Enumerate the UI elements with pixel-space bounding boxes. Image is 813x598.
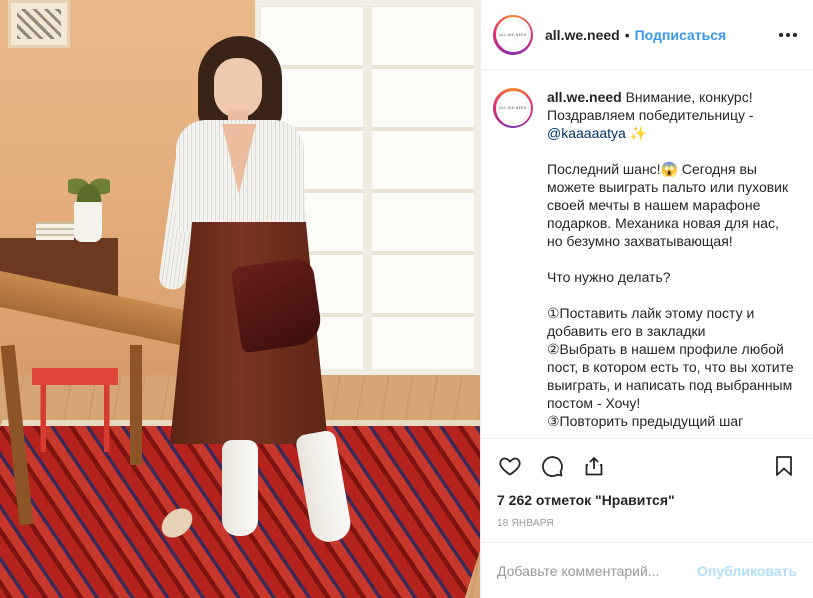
table-leg: [130, 345, 142, 465]
avatar-logo-text: ALL.WE.NEED: [495, 90, 531, 126]
comment-input[interactable]: [497, 562, 690, 579]
comment-icon[interactable]: [539, 453, 565, 479]
separator-dot: •: [624, 26, 630, 43]
likes-count[interactable]: 7 262 отметок "Нравится": [481, 492, 813, 512]
handbag: [230, 256, 324, 354]
wall-art: [8, 0, 70, 48]
comments-area: ALL.WE.NEED all.we.need Внимание, конкур…: [481, 70, 813, 438]
post-side-panel: ALL.WE.NEED all.we.need • Подписаться AL…: [480, 0, 813, 598]
comment-form: Опубликовать: [481, 542, 813, 598]
post-header: ALL.WE.NEED all.we.need • Подписаться: [481, 0, 813, 70]
caption-step2: ②Выбрать в нашем профиле любой пост, в к…: [547, 341, 794, 411]
caption-para2-lead: Последний шанс!: [547, 161, 661, 177]
avatar[interactable]: ALL.WE.NEED: [493, 14, 533, 55]
plant-pot: [74, 202, 102, 242]
books: [36, 222, 74, 240]
scream-emoji: 😱: [660, 161, 679, 177]
caption-step1: ①Поставить лайк этому посту и добавить е…: [547, 305, 755, 339]
caption-line2: Поздравляем победительницу -: [547, 107, 754, 123]
more-horizontal-icon[interactable]: [779, 27, 797, 43]
post-photo[interactable]: [0, 0, 480, 598]
bookmark-icon[interactable]: [771, 453, 797, 479]
model-face: [214, 58, 262, 118]
heart-icon[interactable]: [497, 453, 523, 479]
caption-avatar[interactable]: ALL.WE.NEED: [493, 88, 533, 128]
boot: [222, 440, 258, 536]
post-caption: all.we.need Внимание, конкурс! Поздравля…: [547, 88, 797, 438]
caption-para3: Что нужно делать?: [547, 269, 671, 285]
instagram-post: ALL.WE.NEED all.we.need • Подписаться AL…: [0, 0, 813, 598]
mention-link[interactable]: @kaaaaatya: [547, 125, 626, 141]
avatar-logo-text: ALL.WE.NEED: [495, 17, 531, 52]
caption-line1: Внимание, конкурс!: [625, 89, 753, 105]
action-bar: [481, 438, 813, 492]
header-username[interactable]: all.we.need: [545, 27, 620, 43]
caption-step3: ③Повторить предыдущий шаг: [547, 413, 744, 429]
post-date[interactable]: 18 января: [481, 512, 813, 542]
sparkle-emoji: ✨: [629, 125, 648, 141]
chair: [32, 368, 118, 452]
caption-username[interactable]: all.we.need: [547, 89, 622, 105]
publish-button[interactable]: Опубликовать: [697, 563, 797, 579]
follow-button[interactable]: Подписаться: [635, 27, 727, 43]
share-icon[interactable]: [581, 453, 607, 479]
